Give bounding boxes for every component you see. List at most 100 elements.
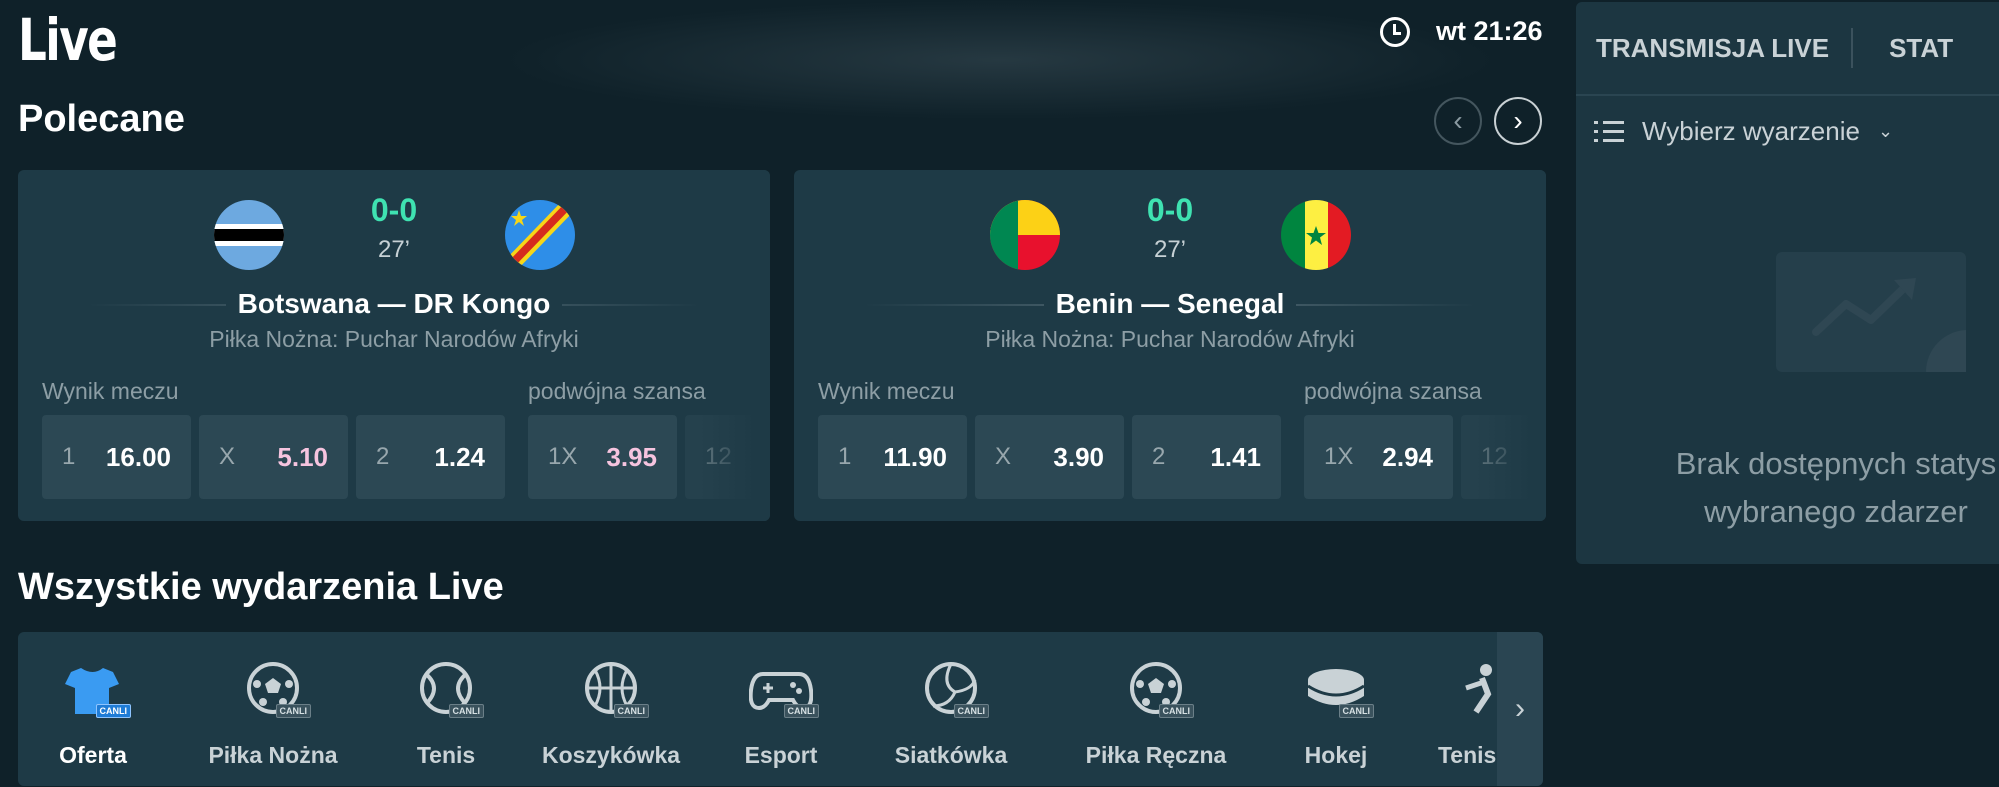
header-background [500, 0, 1500, 120]
featured-match-card[interactable]: 0-0 27’ Botswana — DR Kongo Piłka Nożna:… [18, 170, 770, 521]
match-teams[interactable]: Benin — Senegal [794, 288, 1546, 320]
senegal-flag-icon [1281, 200, 1351, 270]
odd-button-draw[interactable]: X 3.90 [975, 415, 1124, 499]
card-fade [700, 170, 770, 521]
all-live-title: Wszystkie wydarzenia Live [18, 566, 504, 608]
event-select-dropdown[interactable]: Wybierz wyarzenie ⌄ [1594, 116, 1999, 147]
sport-label: Esport [744, 742, 818, 768]
odd-button-home[interactable]: 1 11.90 [818, 415, 967, 499]
sport-tab-hokej[interactable]: CANLI Hokej [1286, 660, 1386, 769]
market-label-double-chance: podwójna szansa [528, 378, 706, 404]
odd-selection: 1X [1324, 443, 1354, 470]
side-panel: TRANSMISJA LIVE STAT Wybierz wyarzenie ⌄… [1576, 2, 1999, 564]
match-score: 0-0 [370, 192, 418, 228]
odd-button-home[interactable]: 1 16.00 [42, 415, 191, 499]
current-time: wt 21:26 [1436, 16, 1543, 46]
match-minute: 27’ [1153, 236, 1187, 263]
carousel-prev-button[interactable]: ‹ [1434, 97, 1482, 145]
benin-flag-icon [990, 200, 1060, 270]
handball-icon: CANLI [1124, 660, 1194, 720]
match-league: Piłka Nożna: Puchar Narodów Afryki [985, 326, 1355, 352]
chevron-right-icon: › [1513, 105, 1523, 136]
match-score: 0-0 [1146, 192, 1194, 228]
sport-label: Koszykówka [541, 742, 681, 768]
hockey-puck-icon: CANLI [1304, 660, 1374, 720]
event-select-label: Wybierz wyarzenie [1642, 116, 1860, 146]
sport-tab-pilka-nozna[interactable]: CANLI Piłka Nożna [178, 660, 368, 769]
live-badge: CANLI [448, 704, 484, 718]
sport-tab-esport[interactable]: CANLI Esport [726, 660, 836, 769]
odd-selection: 2 [1152, 443, 1166, 470]
sport-label: Piłka Nożna [208, 742, 338, 768]
odd-value: 1.24 [434, 441, 485, 472]
side-panel-tabs: TRANSMISJA LIVE STAT [1576, 2, 1999, 96]
odd-selection: X [995, 443, 1012, 470]
live-badge: CANLI [783, 704, 819, 718]
clock-icon [1380, 16, 1410, 47]
odd-value: 5.10 [277, 441, 328, 472]
live-badge: CANLI [953, 704, 989, 718]
chevron-right-icon: › [1515, 692, 1525, 725]
basketball-icon: CANLI [579, 660, 649, 720]
market-label-result: Wynik meczu [42, 378, 179, 404]
tab-live-stream[interactable]: TRANSMISJA LIVE [1596, 33, 1829, 64]
odd-button-1x[interactable]: 1X 2.94 [1304, 415, 1453, 499]
sport-tab-pilka-reczna[interactable]: CANLI Piłka Ręczna [1056, 660, 1256, 769]
odd-value: 3.90 [1053, 441, 1104, 472]
odd-value: 16.00 [105, 441, 171, 472]
odd-value: 3.95 [606, 441, 657, 472]
odd-button-away[interactable]: 2 1.41 [1132, 415, 1281, 499]
tennis-ball-icon: CANLI [414, 660, 484, 720]
sport-label: Siatkówka [894, 742, 1008, 768]
featured-title: Polecane [18, 98, 185, 140]
featured-match-card[interactable]: 0-0 27’ Benin — Senegal Piłka Nożna: Puc… [794, 170, 1546, 521]
carousel-next-button[interactable]: › [1494, 97, 1542, 145]
page-title: Live [18, 6, 118, 74]
sport-tab-koszykowka[interactable]: CANLI Koszykówka [526, 660, 696, 769]
soccer-ball-icon: CANLI [241, 660, 311, 720]
odd-button-draw[interactable]: X 5.10 [199, 415, 348, 499]
clock: wt 21:26 [1380, 16, 1543, 47]
sport-label: Piłka Ręczna [1085, 742, 1227, 768]
chevron-down-icon: ⌄ [1877, 121, 1894, 141]
no-stats-line: Brak dostępnych statys [1675, 446, 1997, 481]
tab-divider [1851, 28, 1854, 68]
jersey-icon: CANLI [61, 660, 131, 720]
sports-nav: CANLI Oferta CANLI Piłka Nożna CANLI Ten… [18, 632, 1543, 786]
odd-button-away[interactable]: 2 1.24 [356, 415, 505, 499]
sport-tab-tenis[interactable]: CANLI Tenis [396, 660, 496, 769]
live-badge: CANLI [1158, 704, 1194, 718]
odd-selection: 1 [62, 443, 76, 470]
odd-selection: 1 [838, 443, 852, 470]
match-league: Piłka Nożna: Puchar Narodów Afryki [209, 326, 579, 352]
gamepad-icon: CANLI [748, 660, 819, 720]
match-minute: 27’ [377, 236, 411, 263]
no-stats-message: Brak dostępnych statys wybranego zdarzer [1576, 440, 1999, 536]
odd-value: 2.94 [1382, 441, 1433, 472]
match-teams-label: Benin — Senegal [1043, 288, 1297, 319]
sports-scroll-next-button[interactable]: › [1497, 632, 1543, 786]
no-stats-line: wybranego zdarzer [1704, 494, 1968, 529]
market-label-double-chance: podwójna szansa [1304, 378, 1482, 404]
live-badge: CANLI [1338, 704, 1374, 718]
match-teams-label: Botswana — DR Kongo [225, 288, 563, 319]
odd-button-1x[interactable]: 1X 3.95 [528, 415, 677, 499]
botswana-flag-icon [214, 200, 284, 270]
sport-tab-oferta[interactable]: CANLI Oferta [38, 660, 148, 769]
tab-statistics[interactable]: STAT [1889, 33, 1953, 64]
sport-tab-siatkowka[interactable]: CANLI Siatkówka [876, 660, 1026, 769]
live-badge: CANLI [275, 704, 311, 718]
odd-selection: X [219, 443, 236, 470]
live-badge: CANLI [95, 704, 131, 718]
odd-selection: 1X [548, 443, 578, 470]
odd-value: 1.41 [1210, 441, 1261, 472]
sport-label: Hokej [1304, 742, 1368, 768]
volleyball-icon: CANLI [919, 660, 989, 720]
live-badge: CANLI [613, 704, 649, 718]
list-icon [1594, 120, 1624, 143]
market-label-result: Wynik meczu [818, 378, 955, 404]
chevron-left-icon: ‹ [1453, 105, 1463, 136]
card-fade [1476, 170, 1546, 521]
odd-value: 11.90 [883, 441, 947, 472]
match-teams[interactable]: Botswana — DR Kongo [18, 288, 770, 320]
